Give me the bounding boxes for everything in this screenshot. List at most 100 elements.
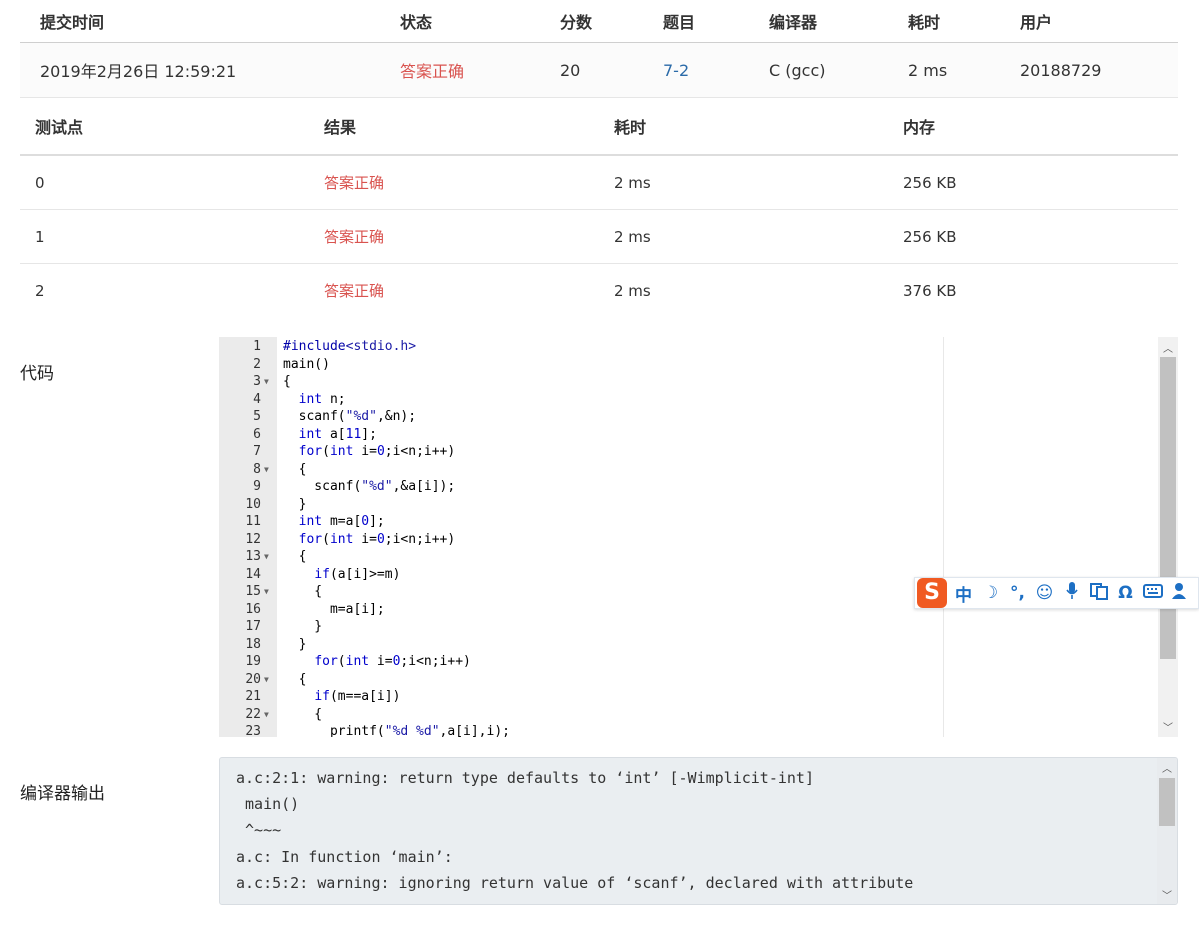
line-number: 21 — [245, 689, 261, 704]
line-number: 1 — [253, 339, 261, 354]
moon-icon[interactable]: ☽ — [980, 583, 1001, 603]
emoticon-icon[interactable]: ☺ — [1034, 583, 1055, 603]
code-text: { — [283, 706, 323, 722]
problem-link[interactable]: 7-2 — [663, 61, 689, 80]
fold-arrow-icon[interactable]: ▼ — [264, 461, 269, 479]
code-line: 12 for(int i=0;i<n;i++) — [219, 531, 1178, 549]
mic-icon[interactable] — [1061, 581, 1082, 605]
elapsed-time: 2 ms — [908, 60, 948, 80]
line-number: 7 — [253, 444, 261, 459]
code-text: { — [283, 671, 307, 687]
output-line: a.c: In function ‘main’: — [236, 848, 453, 866]
header-time: 耗时 — [614, 118, 647, 137]
code-line: 18 } — [219, 636, 1178, 654]
code-line: 22 ▼ { — [219, 706, 1178, 724]
header-submit-time: 提交时间 — [40, 13, 105, 32]
compiler-output[interactable]: a.c:2:1: warning: return type defaults t… — [219, 757, 1178, 905]
table-row: 0 答案正确 2 ms 256 KB — [20, 156, 1178, 210]
user-icon[interactable] — [1169, 582, 1190, 605]
fold-arrow-icon[interactable]: ▼ — [264, 548, 269, 566]
testcase-table: 测试点 结果 耗时 内存 0 答案正确 2 ms 256 KB 1 答案正确 2… — [20, 98, 1178, 317]
ime-toolbar[interactable]: S 中 ☽ °, ☺ Ω — [914, 577, 1199, 609]
code-text: } — [283, 636, 307, 652]
output-scrollbar[interactable]: ︿ ﹀ — [1157, 758, 1177, 904]
code-line: 5 scanf("%d",&n); — [219, 408, 1178, 426]
code-text: int n; — [298, 391, 346, 407]
scroll-thumb[interactable] — [1159, 778, 1175, 826]
scroll-down-icon[interactable]: ﹀ — [1158, 719, 1178, 734]
testcase-id: 0 — [35, 173, 45, 192]
line-number: 2 — [253, 356, 261, 372]
code-scrollbar[interactable]: ︿ ﹀ — [1158, 337, 1178, 737]
code-line: 21 if(m==a[i]) — [219, 688, 1178, 706]
table-row: 1 答案正确 2 ms 256 KB — [20, 210, 1178, 264]
line-number: 16 — [245, 601, 261, 617]
compiler-output-label: 编译器输出 — [20, 784, 105, 804]
tools-icon[interactable] — [1088, 582, 1109, 605]
score: 20 — [560, 60, 581, 80]
sogou-logo-icon[interactable]: S — [917, 578, 947, 608]
code-line: 17 } — [219, 618, 1178, 636]
code-line: 3 ▼ { — [219, 373, 1178, 391]
code-text: int a[11]; — [298, 426, 377, 442]
header-problem: 题目 — [663, 13, 696, 32]
code-line: 6 int a[11]; — [219, 426, 1178, 444]
fold-arrow-icon[interactable]: ▼ — [264, 671, 269, 689]
line-number: 3 — [253, 374, 261, 389]
submission-row: 2019年2月26日 12:59:21 答案正确 20 7-2 C (gcc) … — [20, 43, 1178, 98]
ime-chinese-mode[interactable]: 中 — [953, 581, 974, 606]
code-text: { — [283, 584, 323, 599]
testcase-id: 1 — [35, 227, 45, 246]
code-text: int m=a[0]; — [298, 514, 385, 529]
fold-arrow-icon[interactable]: ▼ — [264, 583, 269, 601]
status-badge: 答案正确 — [400, 62, 465, 81]
scroll-up-icon[interactable]: ︿ — [1158, 340, 1178, 355]
testcase-id: 2 — [35, 281, 45, 300]
code-line: 10 } — [219, 496, 1178, 514]
line-number: 11 — [245, 514, 261, 529]
testcase-time: 2 ms — [614, 173, 651, 192]
line-number: 9 — [253, 479, 261, 494]
code-text: } — [283, 496, 307, 512]
fold-arrow-icon[interactable]: ▼ — [264, 373, 269, 391]
line-number: 6 — [253, 426, 261, 442]
line-number: 5 — [253, 409, 261, 424]
code-text: main() — [283, 356, 330, 372]
code-editor[interactable]: 1 #include<stdio.h> 2 main() 3 ▼{4 int n; 5 sc… — [219, 337, 1178, 737]
header-testcase: 测试点 — [35, 118, 84, 137]
output-line: main() — [236, 795, 300, 813]
testcase-memory: 256 KB — [903, 173, 957, 192]
scroll-up-icon[interactable]: ︿ — [1157, 760, 1177, 775]
code-text: for(int i=0;i<n;i++) — [298, 444, 456, 459]
code-text: scanf("%d",&n); — [283, 409, 417, 424]
code-line: 7 for(int i=0;i<n;i++) — [219, 443, 1178, 461]
code-text: for(int i=0;i<n;i++) — [298, 531, 456, 547]
code-line: 11 int m=a[0]; — [219, 513, 1178, 531]
testcase-result: 答案正确 — [324, 282, 385, 300]
header-score: 分数 — [560, 13, 593, 32]
line-number: 8 — [253, 461, 261, 477]
line-number: 22 — [245, 706, 261, 722]
keyboard-icon[interactable] — [1142, 583, 1163, 604]
line-number: 18 — [245, 636, 261, 652]
header-compiler: 编译器 — [769, 13, 818, 32]
scroll-thumb[interactable] — [1160, 357, 1176, 659]
testcase-result: 答案正确 — [324, 228, 385, 246]
code-text: #include<stdio.h> — [283, 339, 417, 354]
header-memory: 内存 — [903, 118, 936, 137]
line-number: 20 — [245, 671, 261, 687]
code-lines[interactable]: 1 #include<stdio.h> 2 main() 3 ▼{4 int n; 5 sc… — [219, 338, 1178, 737]
code-line: 9 scanf("%d",&a[i]); — [219, 478, 1178, 496]
fold-arrow-icon[interactable]: ▼ — [264, 706, 269, 724]
header-user: 用户 — [1020, 13, 1053, 32]
code-text: printf("%d %d",a[i],i); — [283, 724, 510, 737]
scroll-down-icon[interactable]: ﹀ — [1157, 887, 1177, 902]
output-line: a.c:2:1: warning: return type defaults t… — [236, 769, 814, 787]
punctuation-icon[interactable]: °, — [1007, 583, 1028, 603]
line-number: 23 — [245, 724, 261, 737]
line-number: 14 — [245, 566, 261, 582]
code-text: { — [283, 549, 307, 564]
omega-icon[interactable]: Ω — [1115, 583, 1136, 603]
line-number: 17 — [245, 619, 261, 634]
header-result: 结果 — [324, 118, 357, 137]
